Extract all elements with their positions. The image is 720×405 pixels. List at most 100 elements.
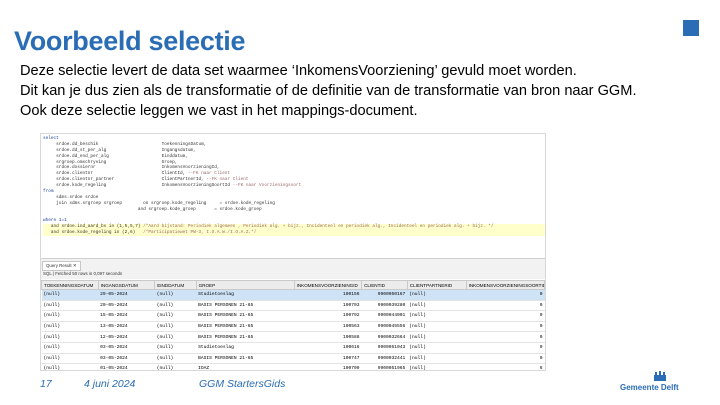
sql-code: srdoe.kode_regeling InkomensVoorzieningS… bbox=[43, 183, 231, 189]
column-header[interactable]: GROEP bbox=[195, 280, 295, 290]
table-cell: BASIS PERSONEN 21-65 bbox=[196, 321, 295, 333]
sql-editor[interactable]: select srdoe.dd_beschik ToekenningsDatum… bbox=[41, 134, 545, 254]
fetch-status: SQL | Fetched 50 rows in 0,097 seconds bbox=[43, 271, 123, 276]
column-header[interactable]: INGANGSDATUM bbox=[97, 280, 156, 290]
query-result-bar: Query Result ✕ SQL | Fetched 50 rows in … bbox=[41, 258, 545, 279]
table-cell: 9900045556 bbox=[361, 321, 408, 333]
sql-code: sdms.srdoe srdoe bbox=[43, 194, 99, 200]
table-cell: Studietoeslag bbox=[196, 289, 295, 301]
sql-code: join sdms.srgroep srgroep on srgroep.kod… bbox=[43, 200, 275, 206]
column-header[interactable]: EINDDATUM bbox=[154, 280, 197, 290]
table-cell: (null) bbox=[41, 310, 99, 322]
table-cell: Studietoeslag bbox=[196, 342, 295, 354]
sql-code: srdoe.clientnr_partner ClientPartnerId, bbox=[43, 177, 204, 183]
table-cell: 9900051043 bbox=[361, 342, 408, 354]
table-row[interactable]: (null) 01-05-2024 (null) IOAZ 100709 99000519… bbox=[41, 363, 545, 370]
table-cell: (null) bbox=[407, 342, 467, 354]
sql-comment: --FK naar Client bbox=[185, 171, 231, 177]
sql-code: srdoe.dd_end_per_alg Einddatum, bbox=[43, 153, 188, 159]
table-cell: (null) bbox=[154, 310, 197, 322]
sql-code: srdoe.dossiernr InkomensVoorzieningId, bbox=[43, 165, 220, 171]
sql-screenshot: select srdoe.dd_beschik ToekenningsDatum… bbox=[40, 133, 546, 371]
table-cell: 100616 bbox=[294, 342, 362, 354]
table-row[interactable]: (null) 15-05-2024 (null) BASIS PERSONEN 21-… bbox=[41, 310, 545, 322]
table-cell: 0 bbox=[466, 342, 545, 354]
table-cell: 29-05-2024 bbox=[98, 289, 155, 301]
table-cell: (null) bbox=[41, 300, 99, 312]
column-header[interactable]: CLIENTID bbox=[361, 280, 408, 290]
body-line-2: Dit kan je dus zien als de transformatie… bbox=[20, 83, 637, 99]
table-cell: (null) bbox=[41, 363, 99, 370]
sql-code: srdoe.clientnr ClientId, bbox=[43, 171, 186, 177]
table-cell: 20-05-2024 bbox=[98, 300, 155, 312]
table-cell: 100588 bbox=[294, 331, 362, 343]
sql-code: srdoe.dd_beschik ToekenningsDatum, bbox=[43, 141, 207, 147]
slide-title: Voorbeeld selectie bbox=[14, 26, 246, 56]
sql-comment: --FK naar Voorzieningsoort bbox=[230, 183, 302, 189]
table-cell: 100747 bbox=[294, 353, 362, 365]
query-result-tab[interactable]: Query Result ✕ bbox=[42, 261, 81, 271]
column-header[interactable]: INKOMENSVOORZIENINGSOORTID bbox=[465, 280, 545, 290]
table-cell: (null) bbox=[407, 321, 467, 333]
table-cell: (null) bbox=[41, 342, 99, 354]
page-number: 17 bbox=[40, 378, 52, 390]
table-cell: 6 bbox=[466, 363, 545, 370]
table-cell: (null) bbox=[41, 353, 99, 365]
table-cell: 9900032664 bbox=[361, 331, 408, 343]
sql-code: srdoe.dd_st_per_alg Ingangsdatum, bbox=[43, 147, 196, 153]
sql-comment: --FK naar Client bbox=[203, 177, 249, 183]
table-cell: (null) bbox=[154, 363, 197, 370]
table-cell: 0 bbox=[466, 331, 545, 343]
table-cell: (null) bbox=[154, 353, 197, 365]
table-row[interactable]: (null) 12-05-2024 (null) BASIS PERSONEN 21-… bbox=[41, 331, 545, 343]
body-line-3: Ook deze selectie leggen we vast in het … bbox=[20, 103, 418, 119]
sql-code: srgroep.omschryving Groep, bbox=[43, 159, 178, 165]
footer-date: 4 juni 2024 bbox=[84, 378, 136, 390]
result-grid: TOEKENNINGSDATUM INGANGSDATUM EINDDATUM GRO… bbox=[41, 280, 545, 370]
table-cell: 13-05-2024 bbox=[98, 321, 155, 333]
table-cell: (null) bbox=[41, 321, 99, 333]
table-row[interactable]: (null) 13-05-2024 (null) BASIS PERSONEN 21-… bbox=[41, 321, 545, 333]
table-cell: (null) bbox=[41, 289, 99, 301]
table-cell: (null) bbox=[154, 289, 197, 301]
table-row[interactable]: (null) 03-05-2024 (null) Studietoeslag 10061… bbox=[41, 342, 545, 354]
table-cell: 9900039280 bbox=[361, 300, 408, 312]
table-cell: (null) bbox=[407, 353, 467, 365]
column-header[interactable]: INKOMENSVOORZIENINGID bbox=[293, 280, 363, 290]
table-cell: BASIS PERSONEN 21-65 bbox=[196, 300, 295, 312]
table-cell: (null) bbox=[407, 363, 467, 370]
table-cell: (null) bbox=[154, 331, 197, 343]
sql-code: where 1=1 bbox=[43, 218, 67, 224]
table-cell: 03-05-2024 bbox=[98, 353, 155, 365]
table-row[interactable]: (null) 20-05-2024 (null) BASIS PERSONEN 21-… bbox=[41, 300, 545, 312]
table-cell: (null) bbox=[407, 310, 467, 322]
table-cell: BASIS PERSONEN 21-65 bbox=[196, 331, 295, 343]
sql-code: from bbox=[43, 189, 54, 195]
table-cell: 0 bbox=[466, 321, 545, 333]
corner-accent-square bbox=[683, 20, 699, 36]
table-cell: 100703 bbox=[294, 300, 362, 312]
column-header[interactable]: TOEKENNINGSDATUM bbox=[41, 280, 99, 290]
table-cell: 100156 bbox=[294, 289, 362, 301]
table-cell: 100792 bbox=[294, 310, 362, 322]
table-cell: 03-05-2024 bbox=[98, 342, 155, 354]
table-cell: 01-05-2024 bbox=[98, 363, 155, 370]
delft-logo-icon bbox=[654, 371, 666, 381]
table-cell: 9900051965 bbox=[361, 363, 408, 370]
table-cell: IOAZ bbox=[196, 363, 295, 370]
body-line-1: Deze selectie levert de data set waarmee… bbox=[20, 63, 577, 79]
footer-title: GGM StartersGids bbox=[199, 378, 286, 390]
table-row[interactable]: (null) 03-05-2024 (null) BASIS PERSONEN 21-… bbox=[41, 353, 545, 365]
table-cell: 0 bbox=[466, 289, 545, 301]
table-cell: BASIS PERSONEN 21-65 bbox=[196, 310, 295, 322]
sql-comment: /*Aard bijstand: Periodiek algemeen , Pe… bbox=[140, 224, 494, 230]
table-cell: BASIS PERSONEN 21-65 bbox=[196, 353, 295, 365]
table-cell: 9900032441 bbox=[361, 353, 408, 365]
table-cell: 0 bbox=[466, 300, 545, 312]
table-cell: 100563 bbox=[294, 321, 362, 333]
column-header[interactable]: CLIENTPARTNERID bbox=[406, 280, 467, 290]
table-cell: (null) bbox=[41, 331, 99, 343]
table-cell: 15-05-2024 bbox=[98, 310, 155, 322]
table-row[interactable]: (null) 29-05-2024 (null) Studietoeslag 10015… bbox=[41, 289, 545, 301]
sql-line: and srdoe.kode_regeling in (2,6) /*Parti… bbox=[43, 230, 545, 237]
